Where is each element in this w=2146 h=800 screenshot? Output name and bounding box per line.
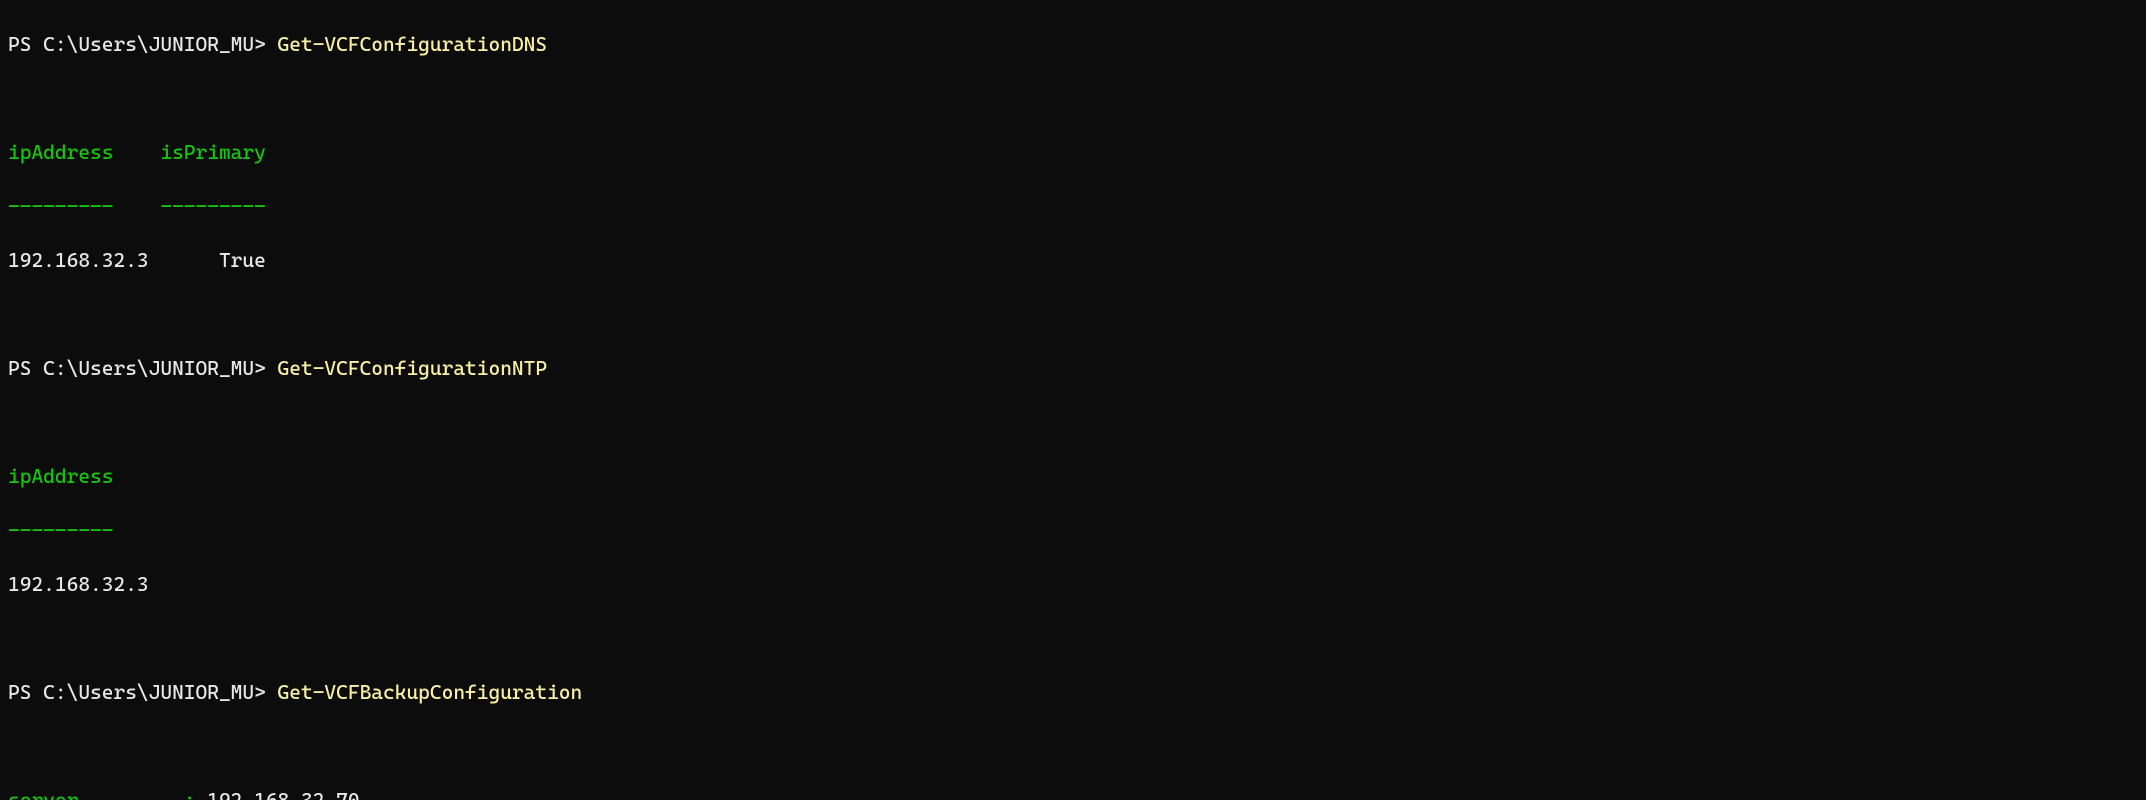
dns-row: 192.168.32.3 True bbox=[8, 247, 2138, 274]
ntp-header: ipAddress bbox=[8, 463, 2138, 490]
prompt-prefix: PS C:\Users\JUNIOR_MU> bbox=[8, 680, 278, 704]
command-dns: Get-VCFConfigurationDNS bbox=[278, 32, 548, 56]
blank-line bbox=[8, 625, 2138, 652]
blank-line bbox=[8, 301, 2138, 328]
prompt-line: PS C:\Users\JUNIOR_MU> Get-VCFConfigurat… bbox=[8, 355, 2138, 382]
dns-separator: --------- --------- bbox=[8, 193, 2138, 220]
prompt-line: PS C:\Users\JUNIOR_MU> Get-VCFBackupConf… bbox=[8, 679, 2138, 706]
ntp-row: 192.168.32.3 bbox=[8, 571, 2138, 598]
terminal-output[interactable]: PS C:\Users\JUNIOR_MU> Get-VCFConfigurat… bbox=[0, 0, 2146, 800]
backup-label-server: server : bbox=[8, 788, 207, 800]
command-backup: Get-VCFBackupConfiguration bbox=[278, 680, 583, 704]
prompt-line: PS C:\Users\JUNIOR_MU> Get-VCFConfigurat… bbox=[8, 31, 2138, 58]
blank-line bbox=[8, 733, 2138, 760]
ntp-separator: --------- bbox=[8, 517, 2138, 544]
prompt-prefix: PS C:\Users\JUNIOR_MU> bbox=[8, 32, 278, 56]
command-ntp: Get-VCFConfigurationNTP bbox=[278, 356, 548, 380]
dns-header: ipAddress isPrimary bbox=[8, 139, 2138, 166]
blank-line bbox=[8, 409, 2138, 436]
backup-value-server: 192.168.32.70 bbox=[207, 788, 359, 800]
blank-line bbox=[8, 85, 2138, 112]
prompt-prefix: PS C:\Users\JUNIOR_MU> bbox=[8, 356, 278, 380]
backup-row-server: server : 192.168.32.70 bbox=[8, 787, 2138, 800]
